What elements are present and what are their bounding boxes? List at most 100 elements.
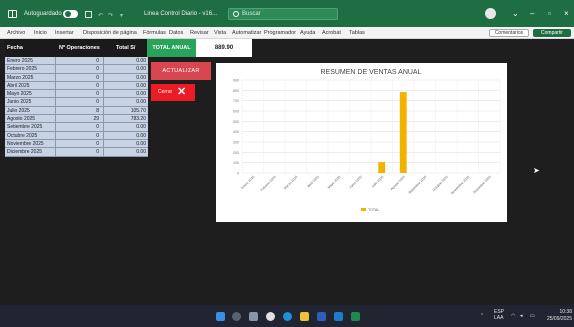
- cell-divider: [55, 115, 56, 123]
- menu-insertar[interactable]: Insertar: [55, 30, 74, 36]
- cell-operaciones[interactable]: 8: [96, 107, 99, 115]
- cell-fecha[interactable]: Marzo 2025: [7, 74, 33, 82]
- table-row[interactable]: Octubre 2025 0 0.00: [5, 131, 148, 140]
- windows-start-icon[interactable]: [216, 312, 225, 321]
- search-box[interactable]: Buscar: [228, 8, 338, 20]
- cell-total[interactable]: 0.00: [136, 90, 146, 98]
- table-row[interactable]: Mayo 2025 0 0.00: [5, 90, 148, 99]
- cell-fecha[interactable]: Mayo 2025: [7, 90, 32, 98]
- cell-operaciones[interactable]: 0: [96, 57, 99, 65]
- search-icon: [233, 11, 239, 17]
- y-tick-label: 800: [233, 89, 239, 93]
- cell-divider: [103, 139, 104, 148]
- cell-total[interactable]: 0.00: [136, 65, 146, 73]
- cell-fecha[interactable]: Febrero 2025: [7, 65, 37, 73]
- cell-divider: [55, 131, 56, 139]
- cell-operaciones[interactable]: 0: [96, 74, 99, 82]
- table-row[interactable]: Enero 2025 0 0.00: [5, 57, 148, 66]
- clock-time[interactable]: 10:38: [545, 309, 572, 315]
- menu-tablas[interactable]: Tablas: [349, 30, 365, 36]
- cell-operaciones[interactable]: 29: [93, 115, 99, 123]
- mail-icon[interactable]: [334, 312, 343, 321]
- cell-operaciones[interactable]: 0: [96, 98, 99, 106]
- cell-fecha[interactable]: Enero 2025: [7, 57, 33, 65]
- search-icon[interactable]: [232, 312, 241, 321]
- cell-fecha[interactable]: Abril 2025: [7, 82, 30, 90]
- cell-operaciones[interactable]: 0: [96, 90, 99, 98]
- save-icon[interactable]: [85, 11, 92, 18]
- clock-date[interactable]: 25/09/2025: [545, 316, 572, 322]
- table-row[interactable]: Abril 2025 0 0.00: [5, 81, 148, 91]
- cell-total[interactable]: 105.70: [131, 107, 146, 115]
- menu-archivo[interactable]: Archivo: [7, 30, 25, 36]
- autosave-toggle[interactable]: [63, 10, 78, 18]
- cell-fecha[interactable]: Setiembre 2025: [7, 123, 42, 131]
- edge-icon[interactable]: [283, 312, 292, 321]
- table-row[interactable]: Noviembre 2025 0 0.00: [5, 139, 148, 149]
- cell-operaciones[interactable]: 0: [96, 65, 99, 73]
- cell-fecha[interactable]: Agosto 2025: [7, 115, 35, 123]
- menu-datos[interactable]: Datos: [169, 30, 183, 36]
- cell-operaciones[interactable]: 0: [96, 123, 99, 131]
- cell-fecha[interactable]: Junio 2025: [7, 98, 31, 106]
- menu-ayuda[interactable]: Ayuda: [300, 30, 316, 36]
- undo-icon[interactable]: ↶: [98, 13, 103, 19]
- close-icon[interactable]: ×: [564, 10, 569, 18]
- table-row[interactable]: Setiembre 2025 0 0.00: [5, 123, 148, 132]
- menu-formulas[interactable]: Fórmulas: [143, 30, 166, 36]
- minimize-icon[interactable]: –: [530, 10, 534, 18]
- table-row[interactable]: Julio 2025 8 105.70: [5, 106, 148, 116]
- cell-operaciones[interactable]: 0: [96, 140, 99, 148]
- menu-automatizar[interactable]: Automatizar: [232, 30, 261, 36]
- excel-icon[interactable]: [351, 312, 360, 321]
- comments-button[interactable]: Comentarios: [489, 29, 529, 37]
- cerrar-button[interactable]: Cerrar ✕: [151, 84, 195, 101]
- maximize-icon[interactable]: ▫: [548, 10, 551, 18]
- tray-language[interactable]: ESP LAA: [494, 309, 508, 321]
- menu-programador[interactable]: Programador: [264, 30, 296, 36]
- cell-operaciones[interactable]: 0: [96, 148, 99, 156]
- volume-icon[interactable]: ◂: [520, 313, 523, 319]
- chart-svg: RESUMEN DE VENTAS ANUAL 0 100 200 300 400 500 6…: [233, 69, 501, 212]
- wifi-icon[interactable]: ◠: [511, 313, 515, 319]
- cell-total[interactable]: 0.00: [136, 82, 146, 90]
- cell-total[interactable]: 0.00: [136, 140, 146, 148]
- avatar[interactable]: [485, 8, 496, 19]
- cell-total[interactable]: 0.00: [136, 132, 146, 140]
- share-button[interactable]: Compartir: [533, 29, 571, 37]
- cell-fecha[interactable]: Noviembre 2025: [7, 140, 44, 148]
- cell-total[interactable]: 0.00: [136, 98, 146, 106]
- tray-chevron-icon[interactable]: ⌃: [480, 313, 484, 319]
- files-icon[interactable]: [300, 312, 309, 321]
- table-row[interactable]: Marzo 2025 0 0.00: [5, 73, 148, 82]
- actualizar-button[interactable]: ACTUALIZAR: [151, 62, 211, 80]
- ribbon-options-icon[interactable]: ⌄: [512, 10, 519, 18]
- sales-chart[interactable]: RESUMEN DE VENTAS ANUAL 0 100 200 300 400 500 6…: [216, 63, 507, 222]
- cell-fecha[interactable]: Julio 2025: [7, 107, 30, 115]
- menu-revisar[interactable]: Revisar: [190, 30, 209, 36]
- table-row[interactable]: Febrero 2025 0 0.00: [5, 65, 148, 74]
- table-row[interactable]: Diciembre 2025 0 0.00: [5, 148, 148, 157]
- menu-inicio[interactable]: Inicio: [34, 30, 47, 36]
- customize-toolbar-icon[interactable]: ▾: [120, 13, 123, 19]
- cell-operaciones[interactable]: 0: [96, 82, 99, 90]
- word-icon[interactable]: [317, 312, 326, 321]
- cell-total[interactable]: 0.00: [136, 123, 146, 131]
- table-row[interactable]: Agosto 2025 29 783.20: [5, 115, 148, 124]
- cell-total[interactable]: 0.00: [136, 57, 146, 65]
- cell-total[interactable]: 0.00: [136, 148, 146, 156]
- total-anual-value[interactable]: 889.90: [196, 39, 252, 57]
- menu-acrobat[interactable]: Acrobat: [322, 30, 341, 36]
- menu-vista[interactable]: Vista: [214, 30, 226, 36]
- cell-fecha[interactable]: Octubre 2025: [7, 132, 37, 140]
- battery-icon[interactable]: ▭: [530, 313, 535, 319]
- menu-disposicion[interactable]: Disposición de página: [83, 30, 137, 36]
- chrome-icon[interactable]: [266, 312, 275, 321]
- cell-total[interactable]: 783.20: [131, 115, 146, 123]
- task-view-icon[interactable]: [249, 312, 258, 321]
- cell-total[interactable]: 0.00: [136, 74, 146, 82]
- cell-fecha[interactable]: Diciembre 2025: [7, 148, 42, 156]
- cell-operaciones[interactable]: 0: [96, 132, 99, 140]
- redo-icon[interactable]: ↷: [108, 13, 113, 19]
- table-row[interactable]: Junio 2025 0 0.00: [5, 98, 148, 107]
